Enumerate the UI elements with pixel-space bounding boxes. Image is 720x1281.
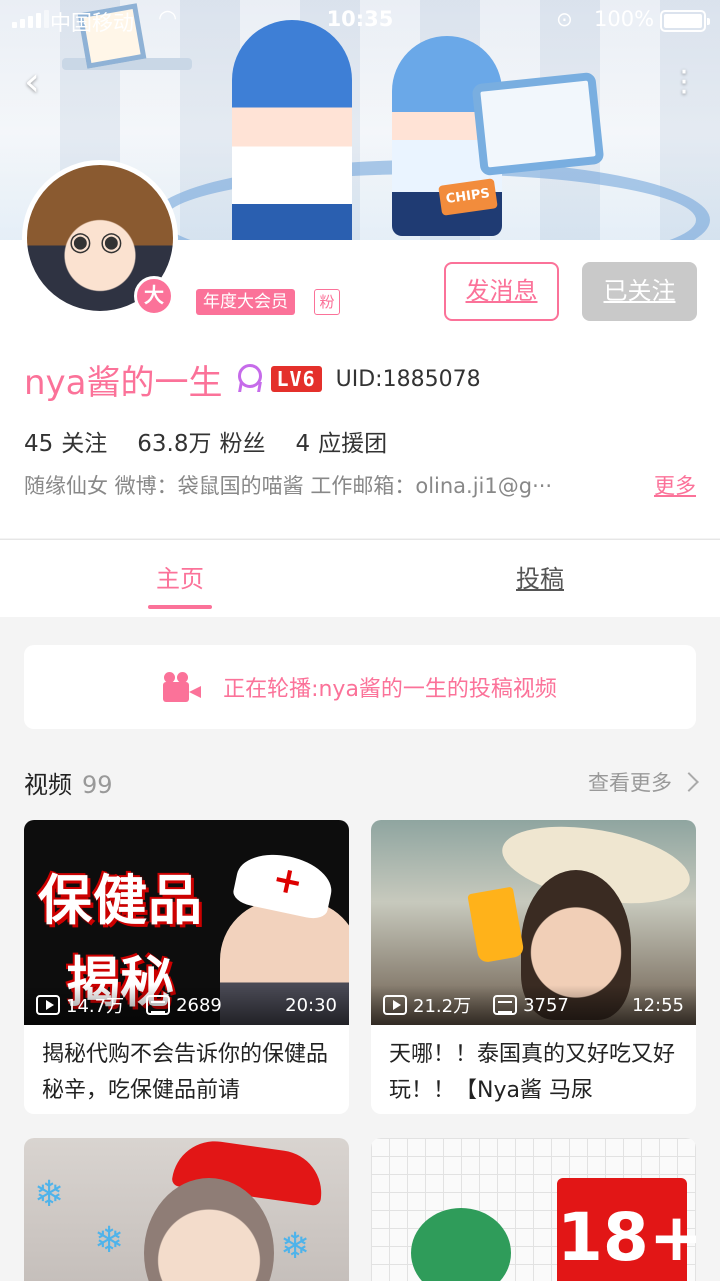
playlist-banner[interactable]: 正在轮播:nya酱的一生的投稿视频	[24, 645, 696, 729]
view-more-link[interactable]: 查看更多	[588, 767, 699, 797]
group-label: 应援团	[318, 431, 388, 457]
video-card[interactable]: 21.2万 3757 12:55 天哪！！泰国真的又好吃又好玩！！【Nya酱 马…	[371, 820, 696, 1114]
video-meta: 14.7万 2689 20:30	[24, 985, 349, 1025]
video-title: 天哪！！泰国真的又好吃又好玩！！【Nya酱 马尿	[389, 1042, 676, 1103]
stats-row: 45 关注 63.8万 粉丝 4 应援团	[24, 424, 387, 458]
video-thumbnail: 18+	[371, 1138, 696, 1281]
rotation-lock-icon: ⊙	[556, 7, 573, 31]
back-button[interactable]: ‹	[24, 62, 54, 102]
video-card[interactable]: 18+	[371, 1138, 696, 1281]
section-count: 99	[82, 770, 113, 799]
danmaku-count: 2689	[176, 994, 222, 1016]
video-card[interactable]: 保健品 揭秘 14.7万 2689 20:30 揭秘代购不会告诉你的保健品秘辛，…	[24, 820, 349, 1114]
battery-icon	[660, 10, 710, 32]
video-camera-icon	[163, 672, 202, 702]
video-duration: 20:30	[285, 994, 337, 1016]
snowflake-icon: ❄	[34, 1174, 65, 1215]
play-count: 21.2万	[413, 996, 472, 1017]
vip-badge: 大	[134, 276, 174, 316]
send-message-button[interactable]: 发消息	[444, 262, 559, 321]
danmaku-icon	[146, 995, 171, 1015]
following-count: 45	[24, 431, 54, 457]
avatar-face: ◉ ◉	[69, 227, 123, 257]
chevron-left-icon: ‹	[24, 59, 40, 105]
video-title: 揭秘代购不会告诉你的保健品秘辛，吃保健品前请	[42, 1042, 329, 1103]
fans-count: 63.8万	[137, 431, 212, 457]
profile-tabs: 主页 投稿	[0, 539, 720, 617]
medal-icon[interactable]	[235, 364, 262, 394]
snowflake-icon: ❄	[94, 1220, 125, 1261]
level-badge: LV6	[270, 366, 322, 392]
thumbnail-frog	[411, 1208, 511, 1281]
fan-tag[interactable]: 粉	[314, 289, 340, 315]
vip-tag[interactable]: 年度大会员	[196, 289, 295, 315]
play-icon	[383, 995, 407, 1015]
chevron-right-icon	[679, 772, 699, 792]
videos-section-header: 视频 99 查看更多	[24, 764, 699, 800]
group-stat[interactable]: 4 应援团	[296, 424, 388, 458]
play-icon	[36, 995, 60, 1015]
video-thumbnail: 21.2万 3757 12:55	[371, 820, 696, 1025]
following-label: 关注	[61, 431, 108, 457]
bio-row: 随缘仙女 微博：袋鼠国的喵酱 工作邮箱：olina.ji1@g··· 更多	[24, 470, 696, 504]
view-more-label: 查看更多	[588, 771, 672, 795]
video-duration: 12:55	[632, 994, 684, 1016]
fans-stat[interactable]: 63.8万 粉丝	[137, 424, 265, 458]
section-title: 视频	[24, 770, 72, 799]
video-thumbnail: 保健品 揭秘 14.7万 2689 20:30	[24, 820, 349, 1025]
username: nya酱的一生	[24, 362, 223, 403]
tab-home[interactable]: 主页	[0, 540, 360, 617]
snowflake-icon: ❄	[280, 1226, 311, 1267]
age-rating-badge: 18+	[557, 1178, 696, 1281]
danmaku-count: 3757	[523, 994, 569, 1016]
bio-text: 随缘仙女 微博：袋鼠国的喵酱 工作邮箱：olina.ji1@g···	[24, 474, 553, 498]
playlist-text: 正在轮播:nya酱的一生的投稿视频	[223, 677, 557, 702]
name-row: nya酱的一生 LV6 UID:1885078	[24, 356, 481, 403]
danmaku-icon	[493, 995, 518, 1015]
video-card[interactable]: ❄ ❄ ❄	[24, 1138, 349, 1281]
video-meta: 21.2万 3757 12:55	[371, 985, 696, 1025]
group-count: 4	[295, 431, 311, 457]
bio-more-link[interactable]: 更多	[654, 470, 696, 504]
play-count: 14.7万	[66, 996, 125, 1017]
thumbnail-text: 保健品	[38, 869, 203, 932]
video-thumbnail: ❄ ❄ ❄	[24, 1138, 349, 1281]
more-vertical-icon: · · ·	[679, 55, 689, 110]
thumbnail-drink	[467, 886, 525, 964]
followed-button[interactable]: 已关注	[582, 262, 697, 321]
banner-character-left	[232, 20, 352, 240]
banner-tv	[471, 71, 605, 177]
tab-submissions[interactable]: 投稿	[360, 540, 720, 617]
status-bar: 中国移动 ◠ 10:35 ⊙ 100%	[0, 0, 720, 40]
following-stat[interactable]: 45 关注	[24, 424, 107, 458]
fans-label: 粉丝	[219, 431, 266, 457]
more-options-button[interactable]: · · ·	[678, 58, 690, 108]
uid-label: UID:1885078	[335, 366, 481, 392]
battery-percent: 100%	[594, 7, 655, 31]
